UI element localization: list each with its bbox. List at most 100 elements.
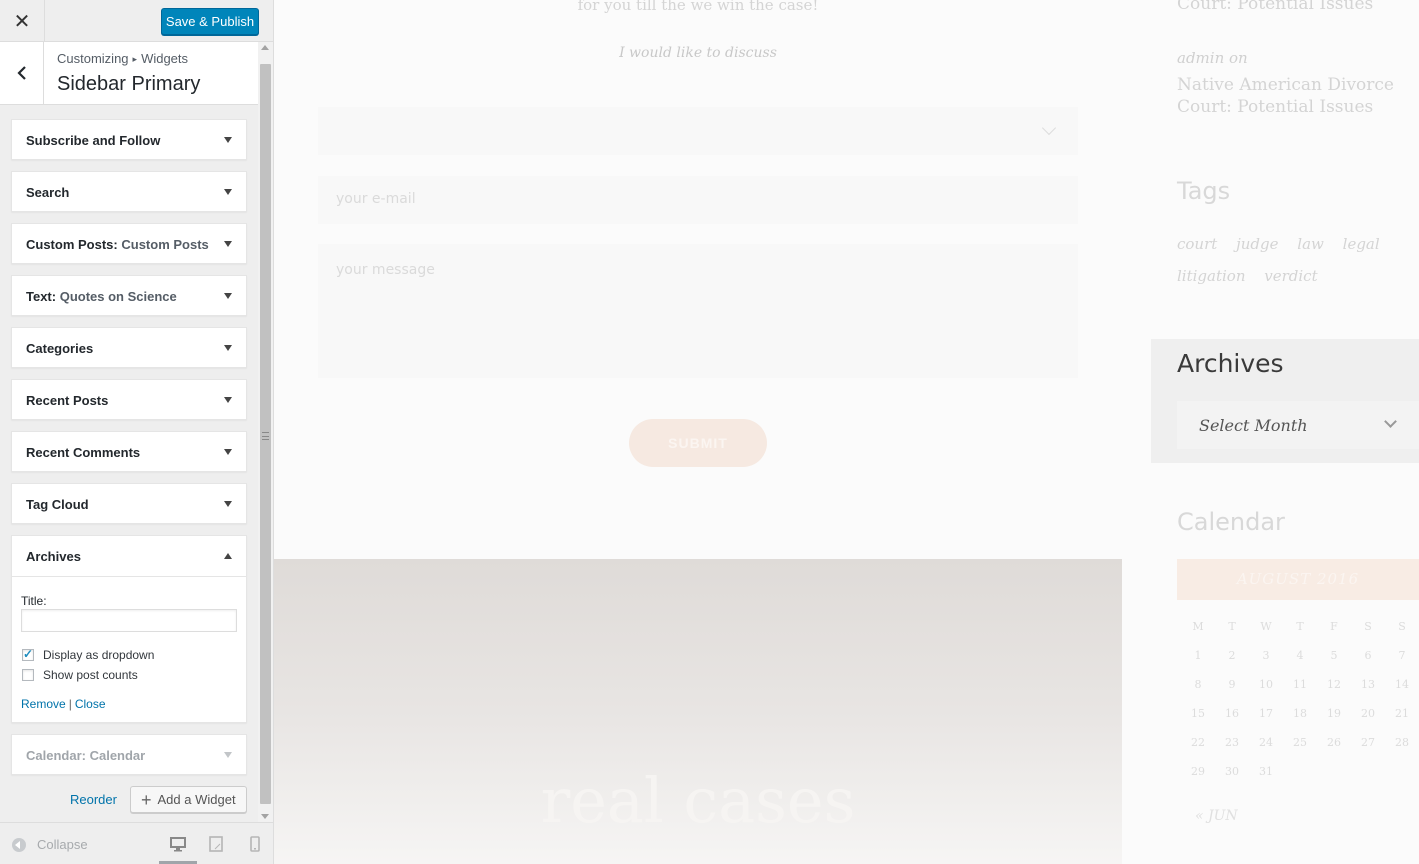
widget-tag-cloud[interactable]: Tag Cloud (11, 483, 247, 524)
calendar-prev-link[interactable]: « JUN (1195, 808, 1238, 824)
tag-link[interactable]: litigation (1177, 267, 1245, 285)
widget-recent-posts[interactable]: Recent Posts (11, 379, 247, 420)
collapse-arrow-icon[interactable] (224, 553, 232, 559)
archives-month-select[interactable]: Select Month (1177, 401, 1419, 449)
tag-link[interactable]: judge (1236, 235, 1278, 253)
preview-mobile-button[interactable] (246, 835, 264, 853)
show-post-counts-option[interactable]: Show post counts (22, 668, 138, 682)
expand-arrow-icon[interactable] (224, 449, 232, 455)
message-field[interactable]: your message (318, 244, 1078, 378)
calendar-day: 24 (1259, 736, 1273, 749)
calendar-week: 8 9 10 11 12 13 14 (1181, 670, 1419, 699)
mobile-icon (250, 836, 260, 852)
tag-link[interactable]: law (1297, 235, 1324, 253)
comment-post-link[interactable]: Native American Divorce Court: Potential… (1177, 74, 1407, 118)
widget-calendar[interactable]: Calendar: Calendar (11, 734, 247, 775)
calendar-day: 29 (1191, 765, 1205, 778)
widget-title: Search (26, 185, 70, 200)
email-field[interactable]: your e-mail (318, 176, 1078, 224)
calendar-day (1385, 757, 1419, 786)
widget-custom-posts[interactable]: Custom Posts: Custom Posts (11, 223, 247, 264)
widget-categories[interactable]: Categories (11, 327, 247, 368)
expand-arrow-icon[interactable] (224, 501, 232, 507)
weekday: S (1398, 620, 1406, 633)
remove-link[interactable]: Remove (21, 697, 66, 711)
chevron-left-icon (16, 66, 26, 80)
display-dropdown-checkbox[interactable] (22, 647, 34, 661)
close-link[interactable]: Close (75, 697, 106, 711)
back-button[interactable] (0, 42, 44, 104)
widget-text[interactable]: Text: Quotes on Science (11, 275, 247, 316)
widget-subscribe-and-follow[interactable]: Subscribe and Follow (11, 119, 247, 160)
hero-heading: real cases (540, 764, 856, 837)
tag-cloud: court judge law legal litigation verdict (1177, 228, 1397, 292)
calendar-day: 15 (1191, 707, 1205, 720)
calendar-day: 31 (1259, 765, 1273, 778)
display-dropdown-option[interactable]: Display as dropdown (22, 647, 154, 662)
widget-recent-comments[interactable]: Recent Comments (11, 431, 247, 472)
calendar-day: 25 (1293, 736, 1307, 749)
add-widget-button[interactable]: + Add a Widget (130, 786, 247, 813)
widget-search[interactable]: Search (11, 171, 247, 212)
calendar-weekdays: M T W T F S S (1181, 612, 1419, 641)
show-post-counts-label: Show post counts (43, 668, 138, 682)
preview-desktop-button[interactable] (169, 835, 187, 853)
customizer-panel: ✕ Save & Publish Customizing ▸ Widgets Sid… (0, 0, 274, 864)
widget-title: Tag Cloud (26, 497, 89, 512)
panel-scrollbar[interactable] (258, 42, 273, 822)
tag-link[interactable]: court (1177, 235, 1217, 253)
show-post-counts-checkbox[interactable] (22, 669, 34, 681)
preview-tablet-button[interactable] (207, 835, 225, 853)
widget-archives: Archives Title: Display as dropdown Show… (11, 535, 247, 723)
recent-comment-post-link[interactable]: Court: Potential Issues (1177, 0, 1373, 14)
widget-actions: Remove | Close (21, 697, 106, 711)
calendar-day: 28 (1395, 736, 1409, 749)
scroll-up-icon[interactable] (261, 45, 269, 50)
discuss-select[interactable] (318, 107, 1078, 155)
tag-link[interactable]: verdict (1264, 267, 1317, 285)
expand-arrow-icon[interactable] (224, 752, 232, 758)
breadcrumb-root: Customizing (57, 51, 129, 66)
expand-arrow-icon[interactable] (224, 189, 232, 195)
save-publish-button[interactable]: Save & Publish (161, 8, 259, 35)
calendar-days: 1 2 3 4 5 6 7 8 9 10 11 12 13 14 15 16 17 18 19 20 21 22 23 24 2… (1181, 641, 1419, 786)
expand-arrow-icon[interactable] (224, 345, 232, 351)
calendar-day (1351, 757, 1385, 786)
calendar-day (1283, 757, 1317, 786)
title-input[interactable] (21, 609, 237, 632)
calendar-day (1317, 757, 1351, 786)
submit-button[interactable]: SUBMIT (629, 419, 767, 467)
calendar-day: 2 (1228, 649, 1236, 662)
add-widget-label: Add a Widget (157, 792, 236, 807)
preview-sidebar: Court: Potential Issues admin on Native … (1151, 0, 1419, 864)
calendar-day: 13 (1361, 678, 1375, 691)
scrollbar-thumb[interactable] (260, 64, 271, 804)
close-customizer-button[interactable]: ✕ (0, 0, 45, 42)
breadcrumb-separator: ▸ (132, 54, 138, 64)
weekday: T (1228, 620, 1236, 633)
expand-arrow-icon[interactable] (224, 241, 232, 247)
expand-arrow-icon[interactable] (224, 293, 232, 299)
grip-icon (262, 432, 269, 440)
title-field-label: Title: (21, 594, 47, 608)
comment-author: admin on (1177, 49, 1248, 67)
scroll-down-icon[interactable] (261, 814, 269, 819)
plus-icon: + (141, 789, 152, 810)
widget-archives-header[interactable]: Archives (12, 536, 246, 577)
expand-arrow-icon[interactable] (224, 397, 232, 403)
calendar-day: 10 (1259, 678, 1273, 691)
calendar-day: 8 (1194, 678, 1202, 691)
chevron-down-icon (1384, 415, 1397, 428)
reorder-link[interactable]: Reorder (70, 792, 117, 807)
calendar-grid: M T W T F S S 1 2 3 4 5 6 7 8 9 10 11 12 13 14 15 16 17 1… (1181, 612, 1419, 786)
expand-arrow-icon[interactable] (224, 137, 232, 143)
weekday: M (1192, 620, 1204, 633)
calendar-day: 21 (1395, 707, 1409, 720)
archives-widget-preview: Archives Select Month (1151, 339, 1419, 463)
discuss-label: I would like to discuss (619, 45, 777, 61)
tag-link[interactable]: legal (1343, 235, 1380, 253)
calendar-day: 6 (1364, 649, 1372, 662)
collapse-button[interactable]: Collapse (12, 837, 88, 852)
customizer-footer: Collapse (0, 822, 273, 864)
actions-separator: | (68, 697, 72, 711)
